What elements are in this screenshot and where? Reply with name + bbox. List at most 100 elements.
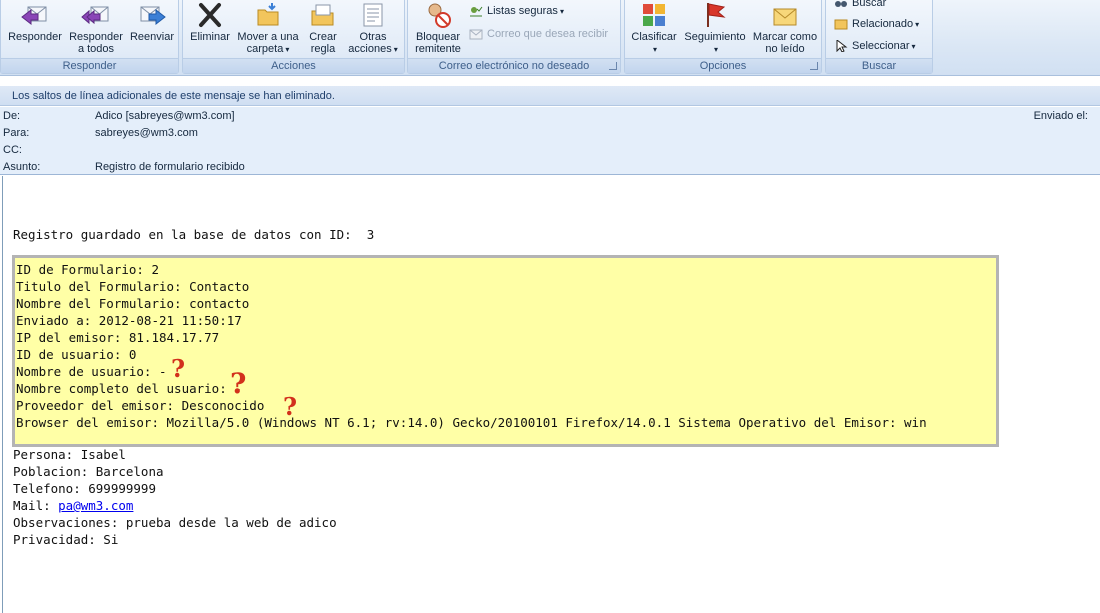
- reply-all-button[interactable]: Responder a todos: [65, 1, 127, 55]
- group-label-responder: Responder: [1, 58, 178, 73]
- delete-button[interactable]: Eliminar: [186, 1, 234, 43]
- related-button[interactable]: Relacionado ▾: [832, 15, 919, 33]
- chevron-down-icon: ▾: [713, 45, 718, 54]
- safe-lists-label: Listas seguras: [487, 5, 558, 17]
- dialog-launcher-icon[interactable]: [810, 62, 818, 70]
- mark-unread-button[interactable]: Marcar como no leído: [749, 1, 821, 55]
- chevron-down-icon: ▾: [285, 45, 290, 54]
- categorize-button[interactable]: Clasificar ▾: [628, 1, 680, 56]
- dialog-launcher-icon[interactable]: [609, 62, 617, 70]
- related-icon: [834, 19, 848, 30]
- create-rule-label-1: Crear: [309, 31, 337, 43]
- block-sender-label-2: remitente: [415, 43, 461, 55]
- move-to-folder-button[interactable]: Mover a una carpeta ▾: [233, 1, 303, 56]
- reply-button[interactable]: Responder: [4, 1, 66, 43]
- find-label: Buscar: [852, 0, 887, 9]
- binoculars-icon: [835, 1, 847, 7]
- reply-all-icon: [81, 6, 109, 25]
- folder-move-icon: [257, 3, 279, 26]
- reply-all-label-1: Responder: [69, 31, 123, 43]
- forward-button[interactable]: Reenviar: [126, 1, 178, 43]
- rule-folder-icon: [311, 4, 334, 26]
- delete-label: Eliminar: [190, 31, 230, 43]
- group-responder: Responder Responder a todos Reenviar Res…: [0, 0, 179, 74]
- chevron-down-icon: ▾: [393, 45, 398, 54]
- box-line: Enviado a: 2012-08-21 11:50:17: [16, 313, 242, 328]
- categorize-icon: [643, 4, 665, 26]
- group-opciones: Clasificar ▾ Seguimiento ▾ Marcar como n…: [624, 0, 822, 74]
- follow-up-button[interactable]: Seguimiento ▾: [680, 1, 750, 56]
- group-label-buscar: Buscar: [826, 58, 932, 73]
- mail-label: Mail:: [13, 498, 59, 513]
- box-line: ID de Formulario: 2: [16, 262, 159, 277]
- mail-link[interactable]: pa@wm3.com: [58, 498, 133, 513]
- block-sender-label-1: Bloquear: [415, 31, 461, 43]
- subject-value: Registro de formulario recibido: [95, 161, 245, 173]
- box-line: Nombre de usuario: -: [16, 364, 167, 379]
- cc-label: CC:: [3, 144, 22, 156]
- not-junk-icon: [469, 29, 483, 40]
- message-body[interactable]: Registro guardado en la base de datos co…: [2, 176, 1100, 613]
- group-label-opciones: Opciones: [625, 58, 821, 73]
- to-label: Para:: [3, 127, 30, 139]
- from-label: De:: [3, 110, 21, 122]
- create-rule-label-2: regla: [310, 43, 336, 55]
- group-junk: Bloquear remitente Listas seguras ▾ Corre…: [407, 0, 621, 74]
- chevron-down-icon: ▾: [911, 42, 916, 51]
- chevron-down-icon: ▾: [559, 7, 564, 16]
- box-line: ID de usuario: 0: [16, 347, 137, 362]
- other-actions-button[interactable]: Otras acciones ▾: [343, 1, 403, 56]
- follow-up-label: Seguimiento: [684, 31, 746, 43]
- info-bar[interactable]: Los saltos de línea adicionales de este …: [0, 86, 1100, 106]
- to-value[interactable]: sabreyes@wm3.com: [95, 125, 198, 142]
- telefono-line: Telefono: 699999999: [13, 481, 156, 496]
- mail-line: Mail: pa@wm3.com: [13, 497, 337, 514]
- cursor-icon: [836, 40, 848, 52]
- move-label-1: Mover a una: [237, 31, 299, 43]
- form-fields: Persona: Isabel Poblacion: Barcelona Tel…: [13, 446, 337, 548]
- not-junk-button[interactable]: Correo que desea recibir: [467, 25, 608, 43]
- record-saved-line: Registro guardado en la base de datos co…: [13, 227, 375, 242]
- persona-line: Persona: Isabel: [13, 447, 126, 462]
- group-acciones: Eliminar Mover a una carpeta ▾ Crear regl…: [182, 0, 405, 74]
- other-actions-label-1: Otras: [359, 31, 387, 43]
- safe-lists-button[interactable]: Listas seguras ▾: [467, 2, 564, 20]
- highlight-box: ID de Formulario: 2 Titulo del Formulari…: [12, 255, 999, 447]
- create-rule-button[interactable]: Crear regla: [303, 1, 343, 55]
- group-buscar: Buscar Relacionado ▾ Seleccionar ▾ Buscar: [825, 0, 933, 74]
- box-line: Nombre del Formulario: contacto: [16, 296, 250, 311]
- group-label-acciones: Acciones: [183, 58, 404, 73]
- select-button[interactable]: Seleccionar ▾: [832, 37, 916, 55]
- from-value[interactable]: Adico [sabreyes@wm3.com]: [95, 108, 235, 125]
- group-label-junk: Correo electrónico no deseado: [408, 58, 620, 73]
- forward-icon: [140, 6, 166, 26]
- other-actions-label-2: acciones: [348, 43, 392, 55]
- categorize-label: Clasificar: [631, 31, 677, 43]
- not-junk-label: Correo que desea recibir: [487, 28, 609, 40]
- chevron-down-icon: ▾: [915, 20, 920, 29]
- other-actions-icon: [363, 3, 383, 27]
- delete-icon: [199, 3, 221, 27]
- box-line: Titulo del Formulario: Contacto: [16, 279, 250, 294]
- question-mark-annotation: ?: [283, 392, 298, 421]
- box-line: Proveedor del emisor: Desconocido: [16, 398, 265, 413]
- reply-all-label-2: a todos: [77, 43, 115, 55]
- related-label: Relacionado: [852, 18, 914, 30]
- reply-label: Responder: [8, 31, 62, 43]
- forward-label: Reenviar: [129, 31, 175, 43]
- safe-lists-icon: [470, 6, 483, 17]
- privacidad-line: Privacidad: Si: [13, 532, 119, 547]
- move-label-2: carpeta: [246, 43, 284, 55]
- mark-unread-label-1: Marcar como: [752, 31, 818, 43]
- mark-unread-label-2: no leído: [765, 43, 805, 55]
- subject-label: Asunto:: [3, 161, 41, 173]
- question-mark-annotation: ?: [230, 367, 247, 400]
- box-line: Nombre completo del usuario: -: [16, 381, 242, 396]
- reply-icon: [21, 6, 47, 26]
- block-sender-button[interactable]: Bloquear remitente: [411, 1, 465, 55]
- chevron-down-icon: ▾: [652, 45, 657, 54]
- message-header: De: Adico [sabreyes@wm3.com] Enviado el:…: [0, 107, 1100, 175]
- select-label: Seleccionar: [852, 40, 910, 52]
- find-button[interactable]: Buscar: [832, 0, 886, 12]
- ribbon: Responder Responder a todos Reenviar Res…: [0, 0, 1100, 76]
